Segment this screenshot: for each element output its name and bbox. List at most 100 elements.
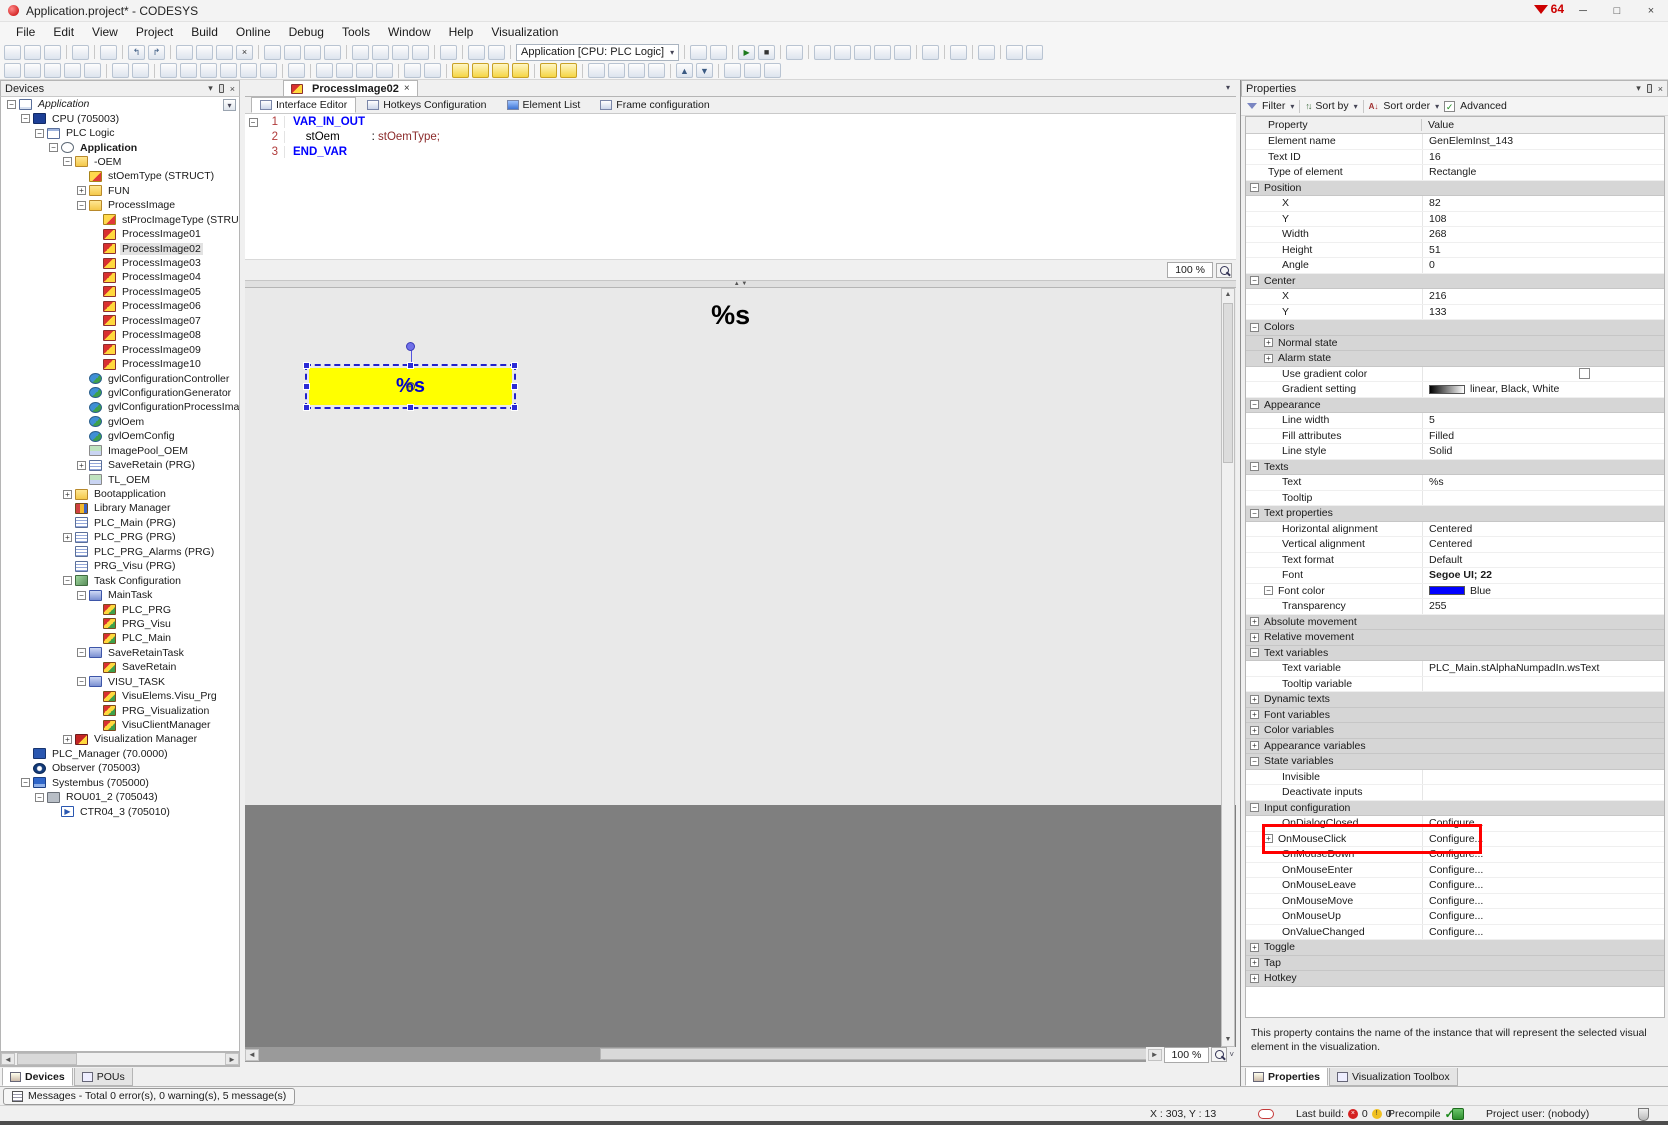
tree-item-stprocimagetype-struct[interactable]: stProcImageType (STRUCT) [1,213,239,227]
collapse-icon[interactable]: − [1250,757,1259,766]
property-value[interactable]: Centered [1429,523,1472,535]
notification-badge[interactable]: 64 [1534,2,1564,16]
property-row-fill-attributes[interactable]: Fill attributesFilled [1246,429,1664,445]
tree-item-fun[interactable]: +FUN [1,184,239,198]
subtab-frame-configuration[interactable]: Frame configuration [591,97,718,113]
tab-list-dropdown-icon[interactable]: ▾ [1226,83,1230,92]
make-same-width-icon[interactable] [356,63,373,78]
tree-item-processimage08[interactable]: ProcessImage08 [1,328,239,342]
resize-handle-se[interactable] [511,404,518,411]
property-row-normal-state[interactable]: +Normal state [1246,336,1664,352]
property-row-onmousemove[interactable]: OnMouseMoveConfigure... [1246,894,1664,910]
expand-icon[interactable]: + [1250,695,1259,704]
collapse-icon[interactable]: − [77,677,86,686]
code-line-1[interactable]: −1VAR_IN_OUT [245,114,1236,129]
tree-item-plc-prg[interactable]: PLC_PRG [1,602,239,616]
ungroup-icon[interactable] [560,63,577,78]
size-to-grid-icon[interactable] [404,63,421,78]
property-value[interactable]: Configure... [1429,910,1483,922]
tree-item-gvloem[interactable]: gvlOem [1,415,239,429]
scroll-up-icon[interactable]: ▲ [1222,289,1234,301]
maximize-button[interactable]: □ [1600,0,1634,22]
property-value[interactable]: Configure... [1429,895,1483,907]
property-row-onmouseclick[interactable]: +OnMouseClickConfigure... [1246,832,1664,848]
property-value[interactable]: 16 [1429,151,1441,163]
save-project-icon[interactable] [44,45,61,60]
tree-item-processimage10[interactable]: ProcessImage10 [1,357,239,371]
property-row-relative-movement[interactable]: +Relative movement [1246,630,1664,646]
activate-keyboard-icon[interactable] [84,63,101,78]
close-panel-icon[interactable]: × [230,84,235,94]
list-components-icon[interactable] [764,63,781,78]
property-row-text-id[interactable]: Text ID16 [1246,150,1664,166]
property-row-onmouseleave[interactable]: OnMouseLeaveConfigure... [1246,878,1664,894]
insert-right-icon[interactable] [608,63,625,78]
tree-item-processimage05[interactable]: ProcessImage05 [1,285,239,299]
property-row-gradient-setting[interactable]: Gradient settinglinear, Black, White [1246,382,1664,398]
property-row-text-format[interactable]: Text formatDefault [1246,553,1664,569]
cut-icon[interactable] [176,45,193,60]
property-row-tooltip[interactable]: Tooltip [1246,491,1664,507]
tree-item-processimage09[interactable]: ProcessImage09 [1,342,239,356]
subtab-interface-editor[interactable]: Interface Editor [251,97,356,113]
send-to-back-icon[interactable] [512,63,529,78]
bookmark-clear-icon[interactable] [412,45,429,60]
resize-handle-n[interactable] [407,362,414,369]
open-project-icon[interactable] [24,45,41,60]
menu-edit[interactable]: Edit [45,23,82,41]
collapse-icon[interactable]: − [77,648,86,657]
hscroll-thumb[interactable] [600,1048,1166,1060]
scale-icon[interactable] [424,63,441,78]
menu-file[interactable]: File [8,23,43,41]
tab-properties[interactable]: Properties [1245,1068,1328,1086]
menu-help[interactable]: Help [441,23,482,41]
property-value[interactable]: 268 [1429,228,1447,240]
expand-icon[interactable]: + [63,490,72,499]
property-row-text-properties[interactable]: −Text properties [1246,506,1664,522]
menu-build[interactable]: Build [183,23,226,41]
cloud-icon[interactable] [1258,1109,1274,1119]
tree-item-stoemtype-struct[interactable]: stOemType (STRUCT) [1,169,239,183]
tab-devices[interactable]: Devices [2,1068,73,1086]
property-value[interactable]: Filled [1429,430,1454,442]
tree-item-plc-prg-prg[interactable]: +PLC_PRG (PRG) [1,530,239,544]
tree-item-tl-oem[interactable]: TL_OEM [1,472,239,486]
property-row-use-gradient-color[interactable]: Use gradient color [1246,367,1664,383]
property-row-line-width[interactable]: Line width5 [1246,413,1664,429]
property-row-font[interactable]: FontSegoe UI; 22 [1246,568,1664,584]
bookmark-next-icon[interactable] [392,45,409,60]
device-combo-arrow[interactable]: ▾ [223,99,236,111]
property-row-x[interactable]: X82 [1246,196,1664,212]
align-bottom-icon[interactable] [260,63,277,78]
property-row-input-configuration[interactable]: −Input configuration [1246,801,1664,817]
property-row-invisible[interactable]: Invisible [1246,770,1664,786]
flow-control-icon[interactable] [950,45,967,60]
bookmark-previous-icon[interactable] [372,45,389,60]
column-header-property[interactable]: Property [1246,119,1422,131]
tree-item-saveretain-prg[interactable]: +SaveRetain (PRG) [1,458,239,472]
align-vertical-center-icon[interactable] [240,63,257,78]
tree-item-gvlconfigurationgenerator[interactable]: gvlConfigurationGenerator [1,386,239,400]
remove-right-icon[interactable] [648,63,665,78]
property-value[interactable]: Configure... [1429,864,1483,876]
collapse-icon[interactable]: − [1250,509,1259,518]
code-line-2[interactable]: 2 stOem : stOemType; [245,129,1236,144]
security-shield-icon[interactable] [1638,1108,1649,1121]
menu-view[interactable]: View [84,23,126,41]
select-mode-icon[interactable] [4,63,21,78]
tree-item-processimage[interactable]: −ProcessImage [1,198,239,212]
expand-icon[interactable]: + [63,533,72,542]
property-row-width[interactable]: Width268 [1246,227,1664,243]
property-row-transparency[interactable]: Transparency255 [1246,599,1664,615]
tree-item-library-manager[interactable]: Library Manager [1,501,239,515]
tab-pous[interactable]: POUs [74,1068,133,1086]
center-marker-icon[interactable]: + [406,382,415,391]
device-repository-icon[interactable] [1006,45,1023,60]
send-one-backward-icon[interactable] [492,63,509,78]
tree-item-cpu-705003[interactable]: −CPU (705003) [1,111,239,125]
expand-icon[interactable]: + [1250,633,1259,642]
bookmark-toggle-icon[interactable] [352,45,369,60]
collapse-icon[interactable]: − [21,114,30,123]
align-right-icon[interactable] [200,63,217,78]
property-row-text[interactable]: Text%s [1246,475,1664,491]
